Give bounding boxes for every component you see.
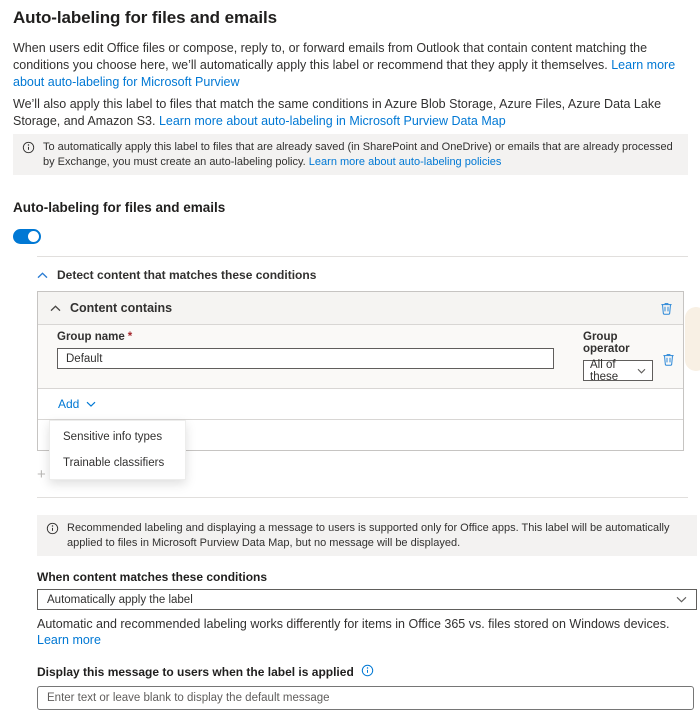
when-matches-label: When content matches these conditions [37, 570, 688, 584]
auto-labeling-section-title: Auto-labeling for files and emails [13, 200, 688, 215]
group-name-label: Group name* [57, 331, 554, 343]
labeling-note: Automatic and recommended labeling works… [37, 616, 688, 648]
plus-icon: + [37, 469, 46, 481]
trash-icon [660, 301, 673, 315]
group-operator-label: Group operator [583, 331, 653, 355]
apply-label-selected-value: Automatically apply the label [47, 594, 193, 606]
delete-group-button[interactable] [662, 352, 675, 366]
detect-conditions-expander[interactable]: Detect content that matches these condit… [37, 268, 688, 282]
learn-more-datamap-link[interactable]: Learn more about auto-labeling in Micros… [159, 114, 506, 128]
display-message-label-row: Display this message to users when the l… [37, 664, 688, 680]
required-asterisk: * [128, 331, 132, 343]
page-title: Auto-labeling for files and emails [13, 8, 688, 28]
apply-label-select[interactable]: Automatically apply the label [37, 589, 697, 610]
info-banner-policy-text: To automatically apply this label to fil… [43, 140, 678, 169]
detect-conditions-label: Detect content that matches these condit… [57, 268, 316, 282]
intro-paragraph-1: When users edit Office files or compose,… [13, 40, 688, 91]
content-contains-label: Content contains [70, 301, 651, 315]
info-banner-recommended-text: Recommended labeling and displaying a me… [67, 521, 687, 550]
display-message-label: Display this message to users when the l… [37, 665, 354, 679]
add-button[interactable]: Add [58, 397, 96, 411]
info-icon[interactable] [361, 664, 374, 680]
group-operator-value: All of these [590, 359, 637, 383]
group-operator-select[interactable]: All of these [583, 360, 653, 381]
chevron-down-icon [86, 401, 96, 407]
trash-icon [662, 352, 675, 366]
learn-more-policies-link[interactable]: Learn more about auto-labeling policies [309, 156, 502, 168]
condition-group: Group name* Group operator All of these [38, 325, 683, 389]
info-banner-recommended: Recommended labeling and displaying a me… [37, 515, 697, 556]
section-divider-top [37, 256, 688, 257]
info-banner-policy: To automatically apply this label to fil… [13, 134, 688, 175]
intro-text-1: When users edit Office files or compose,… [13, 41, 647, 72]
auto-labeling-toggle[interactable] [13, 229, 41, 244]
cursor-highlight [685, 307, 700, 371]
content-contains-header[interactable]: Content contains [38, 292, 683, 325]
menu-item-sensitive-info-types[interactable]: Sensitive info types [50, 424, 185, 450]
add-dropdown-menu: Sensitive info types Trainable classifie… [49, 420, 186, 480]
toggle-knob [28, 231, 39, 242]
group-name-input[interactable] [57, 348, 554, 369]
intro-paragraph-2: We’ll also apply this label to files tha… [13, 96, 688, 130]
delete-condition-button[interactable] [660, 301, 673, 315]
section-divider-bottom [37, 497, 688, 498]
info-icon [22, 141, 35, 159]
display-message-input[interactable] [37, 686, 694, 710]
learn-more-link[interactable]: Learn more [37, 633, 101, 647]
info-icon [46, 522, 59, 540]
chevron-up-icon [50, 305, 61, 312]
chevron-down-icon [637, 368, 646, 374]
content-contains-group-box: Content contains Group name* Group opera… [37, 291, 684, 451]
menu-item-trainable-classifiers[interactable]: Trainable classifiers [50, 450, 185, 476]
add-button-label: Add [58, 397, 79, 411]
add-row: Add Sensitive info types Trainable class… [38, 389, 683, 420]
chevron-up-icon [37, 272, 48, 279]
chevron-down-icon [676, 596, 687, 603]
